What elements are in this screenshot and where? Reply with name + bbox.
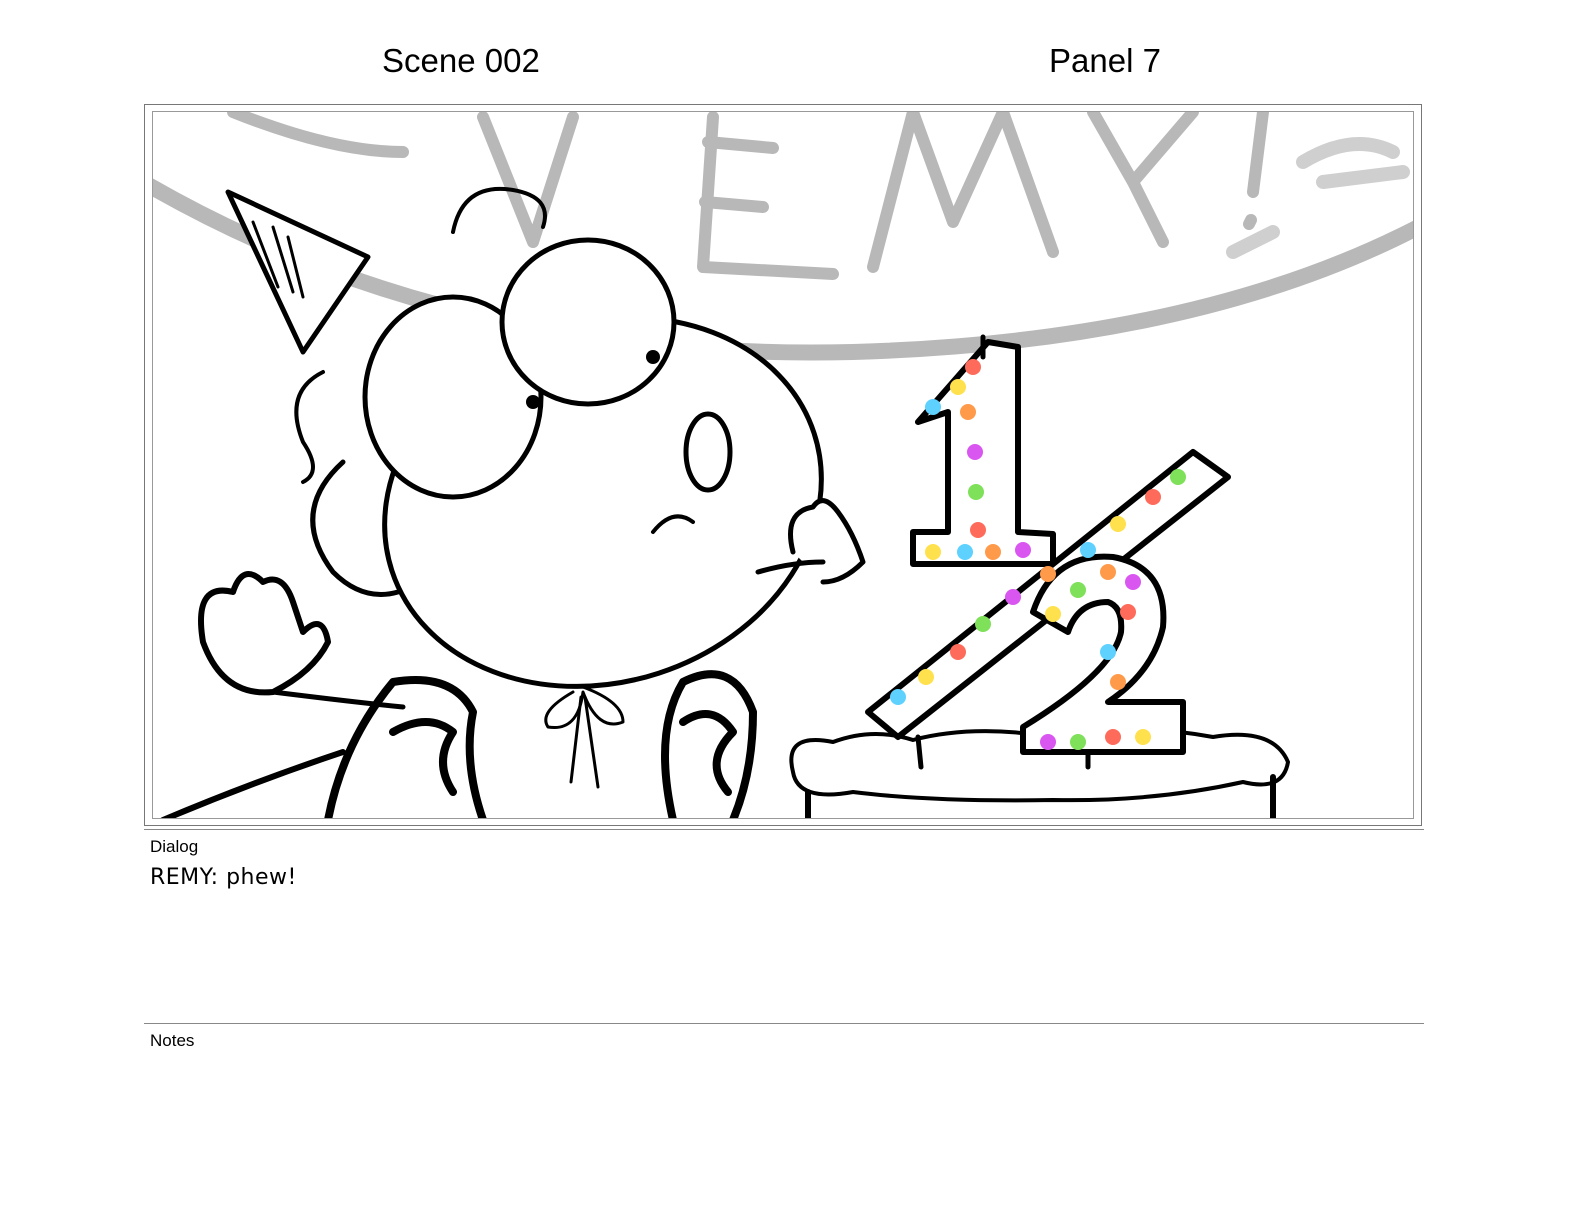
- storyboard-panel-frame: [144, 104, 1422, 826]
- dialog-label: Dialog: [150, 837, 199, 856]
- sprinkle-dot: [1100, 564, 1116, 580]
- sprinkle-dot: [968, 484, 984, 500]
- sprinkle-dot: [1045, 606, 1061, 622]
- sprinkle-dot: [985, 544, 1001, 560]
- sprinkle-dot: [1110, 516, 1126, 532]
- dialog-text[interactable]: REMY: phew!: [150, 865, 297, 890]
- sprinkle-dot: [965, 359, 981, 375]
- notes-divider: [144, 1023, 1424, 1024]
- sprinkle-dot: [957, 544, 973, 560]
- panel-number: Panel 7: [1049, 42, 1161, 79]
- storyboard-panel-image: [152, 111, 1414, 819]
- sprinkle-dot: [1080, 542, 1096, 558]
- scene-number: Scene 002: [382, 42, 540, 79]
- sprinkle-dot: [967, 444, 983, 460]
- sprinkle-dot: [1125, 574, 1141, 590]
- sprinkle-dot: [1005, 589, 1021, 605]
- dialog-divider: [144, 829, 1424, 830]
- birthday-banner: [153, 112, 1413, 361]
- sprinkle-dot: [1040, 734, 1056, 750]
- sprinkle-dot: [918, 669, 934, 685]
- sprinkle-dot: [950, 644, 966, 660]
- sprinkle-dot: [970, 522, 986, 538]
- sprinkle-dot: [1105, 729, 1121, 745]
- notes-label: Notes: [150, 1031, 195, 1050]
- sprinkle-dot: [1170, 469, 1186, 485]
- sprinkle-dot: [960, 404, 976, 420]
- sprinkle-dot: [1120, 604, 1136, 620]
- sprinkle-dot: [890, 689, 906, 705]
- sprinkle-dot: [1135, 729, 1151, 745]
- sprinkle-dot: [1145, 489, 1161, 505]
- sprinkle-dot: [1040, 566, 1056, 582]
- sprinkle-dot: [1070, 734, 1086, 750]
- sprinkle-dot: [1070, 582, 1086, 598]
- sprinkle-dot: [975, 616, 991, 632]
- sprinkle-dot: [925, 399, 941, 415]
- sprinkle-dot: [1015, 542, 1031, 558]
- sprinkle-dot: [950, 379, 966, 395]
- sprinkle-dot: [925, 544, 941, 560]
- sprinkle-dot: [1100, 644, 1116, 660]
- panel-sketch: [153, 112, 1413, 818]
- sprinkle-dot: [1110, 674, 1126, 690]
- kid-character: [160, 186, 866, 818]
